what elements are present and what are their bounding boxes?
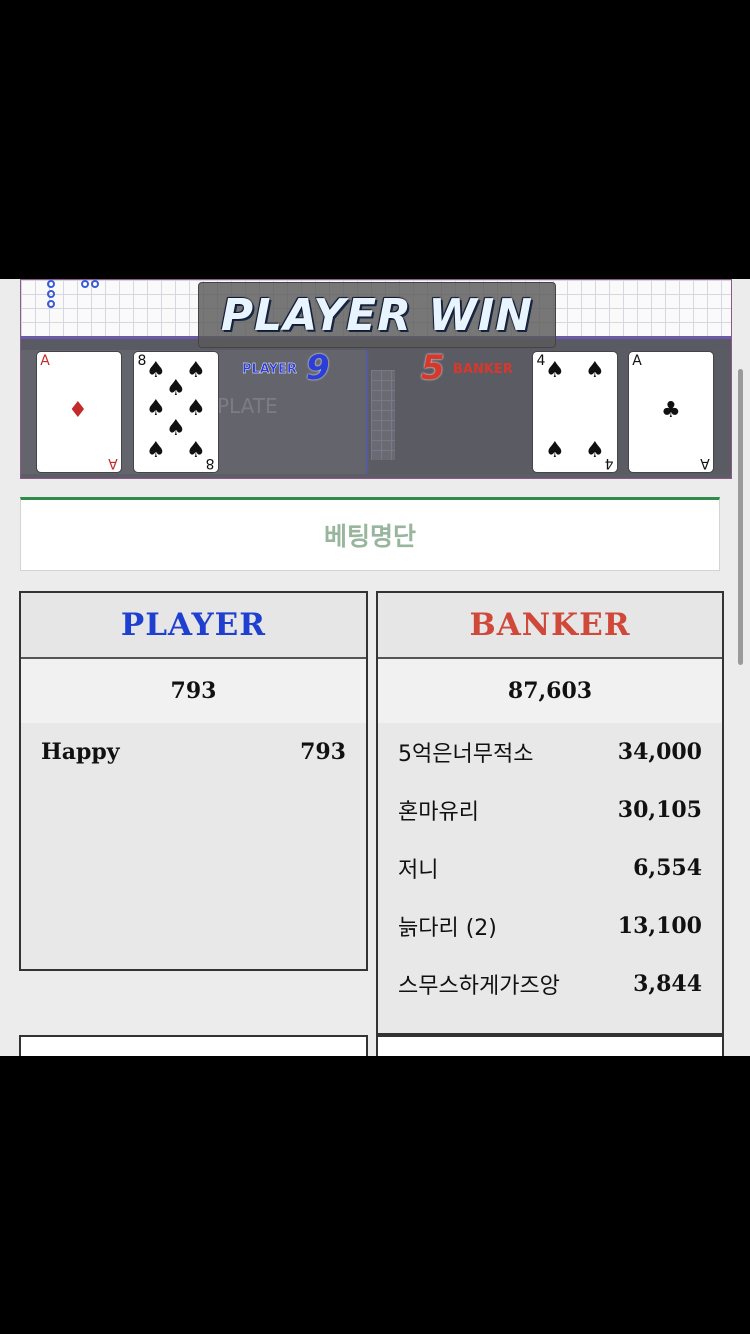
card-rank: A [632,353,642,369]
list-item: 5억은너무적소 34,000 [378,723,722,781]
player-bets-list: Happy 793 [21,723,366,969]
result-text: PLAYER WIN [220,289,534,341]
card-rank-bottom: 8 [205,455,215,471]
bet-amount: 3,844 [633,971,702,997]
scrollbar-thumb[interactable] [738,369,743,665]
list-item: 늙다리 (2) 13,100 [378,897,722,955]
spade-icon: ♠ [166,416,186,441]
bettor-name: Happy [41,739,120,765]
banker-score: 5 [421,348,445,388]
player-label: PLAYER [242,362,297,377]
card-rank-bottom: A [108,455,118,471]
next-panel-left [19,1035,368,1056]
player-bets-heading: PLAYER [21,593,366,659]
spade-icon: ♠ [585,438,605,463]
banker-side: 5 BANKER 4 ♠ ♠ ♠ ♠ 4 A ♣ A [369,348,731,474]
player-side: PLATE A ♦ A 8 ♠ ♠ ♠ ♠ ♠ ♠ ♠ ♠ 8 PLAYER 9 [21,348,368,474]
player-card-2: 8 ♠ ♠ ♠ ♠ ♠ ♠ ♠ ♠ 8 [134,352,218,472]
banker-card-1: 4 ♠ ♠ ♠ ♠ 4 [533,352,617,472]
card-rank-bottom: A [700,455,710,471]
spade-icon: ♠ [146,438,166,463]
next-panel-right [376,1035,724,1056]
road-dot [91,280,99,288]
bet-amount: 6,554 [633,855,702,881]
list-item: Happy 793 [21,723,366,781]
player-card-1: A ♦ A [37,352,121,472]
bettor-name: 늙다리 (2) [398,916,497,941]
banker-bets-list: 5억은너무적소 34,000 혼마유리 30,105 저니 6,554 늙다리 … [378,723,722,1033]
table-watermark: PLATE [217,394,278,418]
spade-icon: ♠ [146,396,166,421]
road-dot [81,280,89,288]
spade-icon: ♠ [146,358,166,383]
player-score: 9 [306,348,330,388]
banker-label: BANKER [453,362,513,377]
club-icon: ♣ [661,398,681,423]
spade-icon: ♠ [186,438,206,463]
banker-bets-panel: BANKER 87,603 5억은너무적소 34,000 혼마유리 30,105… [376,591,724,1035]
bet-amount: 30,105 [617,797,702,823]
betting-list-header: 베팅명단 [20,497,720,571]
spade-icon: ♠ [545,438,565,463]
bet-amount: 793 [300,739,346,765]
spade-icon: ♠ [545,358,565,383]
road-dot [47,300,55,308]
banker-card-2: A ♣ A [629,352,713,472]
card-rank: A [40,353,50,369]
list-item: 혼마유리 30,105 [378,781,722,839]
bettor-name: 5억은너무적소 [398,742,534,767]
card-rank-bottom: 4 [604,455,614,471]
list-item: 저니 6,554 [378,839,722,897]
spade-icon: ♠ [186,358,206,383]
banker-bets-heading: BANKER [378,593,722,659]
bet-amount: 13,100 [617,913,702,939]
bettor-name: 스무스하게가즈앙 [398,974,560,999]
banker-bets-total: 87,603 [378,659,722,723]
spade-icon: ♠ [186,396,206,421]
bettor-name: 저니 [398,858,439,883]
card-table: PLATE A ♦ A 8 ♠ ♠ ♠ ♠ ♠ ♠ ♠ ♠ 8 PLAYER 9… [21,348,731,478]
app-screen: PLATE A ♦ A 8 ♠ ♠ ♠ ♠ ♠ ♠ ♠ ♠ 8 PLAYER 9… [0,279,750,1056]
list-item: 스무스하게가즈앙 3,844 [378,955,722,1013]
road-dot [47,290,55,298]
road-dot [47,280,55,288]
spade-icon: ♠ [585,358,605,383]
bead-road [371,370,395,460]
game-board: PLATE A ♦ A 8 ♠ ♠ ♠ ♠ ♠ ♠ ♠ ♠ 8 PLAYER 9… [20,279,732,479]
player-bets-total: 793 [21,659,366,723]
player-bets-panel: PLAYER 793 Happy 793 [19,591,368,971]
result-banner: PLAYER WIN [198,282,556,348]
bet-amount: 34,000 [617,739,702,765]
betting-list-title: 베팅명단 [323,522,416,551]
spade-icon: ♠ [166,376,186,401]
diamond-icon: ♦ [68,398,88,423]
bettor-name: 혼마유리 [398,800,479,825]
